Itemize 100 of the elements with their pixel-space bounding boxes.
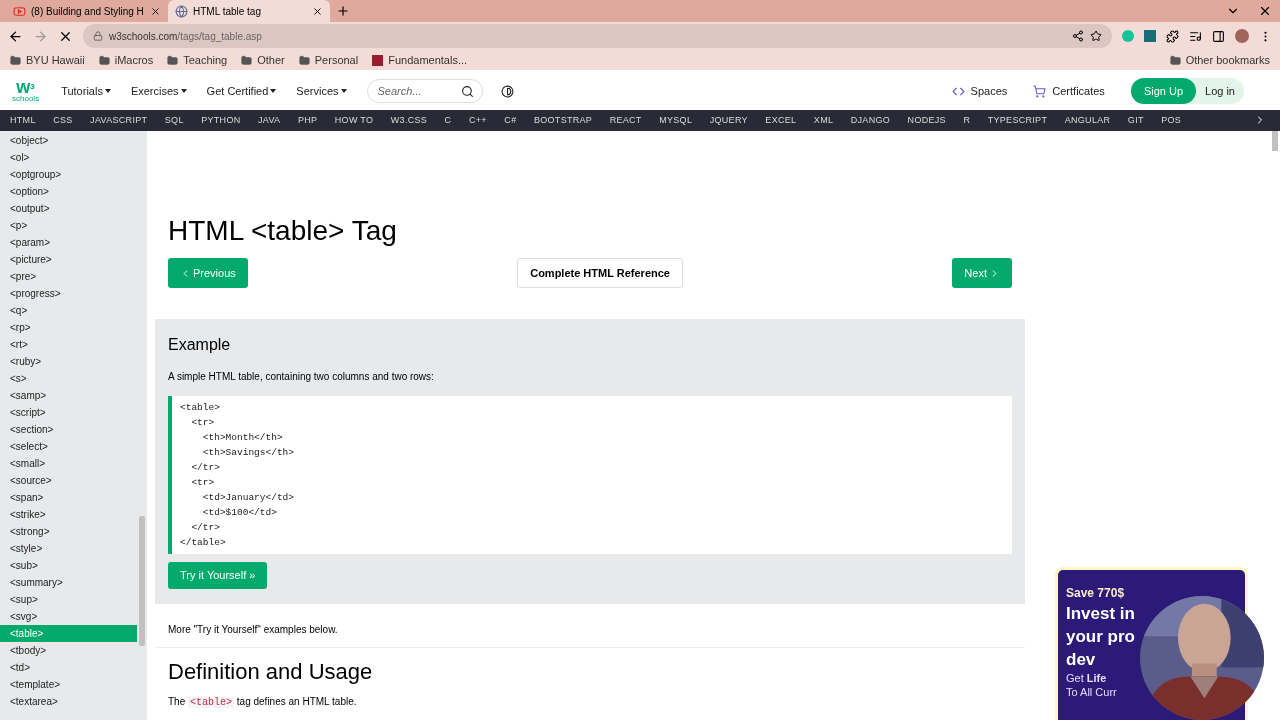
example-heading: Example — [168, 335, 232, 355]
sidebar-link[interactable]: <samp> — [0, 387, 137, 404]
nav-link[interactable]: PYTHON — [201, 113, 241, 128]
nav-link[interactable]: ANGULAR — [1064, 113, 1111, 128]
sidebar-link[interactable]: <object> — [0, 132, 137, 149]
nav-link[interactable]: JQUERY — [709, 113, 748, 128]
bookmark[interactable]: Other bookmarks — [1169, 51, 1270, 69]
bookmark[interactable]: Personal — [298, 51, 359, 69]
sidebar-link[interactable]: <textarea> — [0, 693, 137, 710]
search-icon[interactable] — [460, 85, 474, 98]
sidebar-link[interactable]: <rp> — [0, 319, 137, 336]
header-link[interactable]: Certficates — [1033, 82, 1105, 100]
nav-link[interactable]: JAVASCRIPT — [90, 113, 148, 128]
sidebar-link[interactable]: <style> — [0, 540, 137, 557]
side-panel-icon[interactable] — [1212, 29, 1225, 43]
sidebar-link[interactable]: <strong> — [0, 523, 137, 540]
sidebar-link[interactable]: <s> — [0, 370, 137, 387]
avatar-icon[interactable] — [1235, 29, 1249, 43]
nav-menu[interactable]: Get Certified — [206, 82, 277, 100]
close-icon[interactable] — [150, 5, 161, 17]
bookmark[interactable]: Fundamentals... — [372, 51, 468, 69]
nav-link[interactable]: POS — [1161, 113, 1182, 128]
bookmark[interactable]: iMacros — [98, 51, 154, 69]
nav-link[interactable]: XML — [813, 113, 834, 128]
sidebar-link[interactable]: <p> — [0, 217, 137, 234]
nav-menu[interactable]: Services — [296, 82, 347, 100]
sidebar-link[interactable]: <span> — [0, 489, 137, 506]
sidebar-link[interactable]: <rt> — [0, 336, 137, 353]
sidebar-link[interactable]: <svg> — [0, 608, 137, 625]
log-in-button[interactable]: Log in — [1196, 78, 1244, 104]
sidebar-link[interactable]: <summary> — [0, 574, 137, 591]
sidebar-link[interactable]: <ol> — [0, 149, 137, 166]
nav-link[interactable]: C — [444, 113, 452, 128]
nav-link[interactable]: BOOTSTRAP — [533, 113, 593, 128]
nav-link[interactable]: SQL — [164, 113, 184, 128]
bookmark[interactable]: BYU Hawaii — [10, 51, 85, 69]
example-intro: A simple HTML table, containing two columns and two rows: — [168, 370, 435, 384]
ad-text: To All Curr — [1066, 685, 1117, 699]
reference-button[interactable]: Complete HTML Reference — [517, 258, 683, 288]
nav-link[interactable]: CSS — [53, 113, 73, 128]
sidebar-link[interactable]: <pre> — [0, 268, 137, 285]
nav-link[interactable]: JAVA — [258, 113, 281, 128]
cart-icon — [1033, 84, 1047, 98]
sidebar-link[interactable]: <q> — [0, 302, 137, 319]
nav-link[interactable]: NODEJS — [907, 113, 946, 128]
browser-tab[interactable]: (8) Building and Styling H — [6, 0, 168, 22]
nav-link[interactable]: HTML — [10, 113, 36, 128]
sidebar-link[interactable]: <strike> — [0, 506, 137, 523]
nav-link[interactable]: TYPESCRIPT — [987, 113, 1048, 128]
sidebar-link[interactable]: <option> — [0, 183, 137, 200]
browser-tab[interactable]: HTML table tag — [168, 0, 330, 22]
share-icon[interactable] — [1072, 30, 1084, 42]
new-tab-icon[interactable] — [336, 4, 350, 18]
nav-link[interactable]: R — [963, 113, 971, 128]
nav-link[interactable]: GIT — [1127, 113, 1144, 128]
sidebar-link[interactable]: <ruby> — [0, 353, 137, 370]
folder-icon — [241, 54, 253, 66]
sidebar-link[interactable]: <template> — [0, 676, 137, 693]
close-icon[interactable] — [312, 5, 323, 17]
sidebar-link[interactable]: <sub> — [0, 557, 137, 574]
extensions-icon[interactable] — [1166, 29, 1179, 43]
ad-text: Save 770$ — [1066, 585, 1125, 602]
search-field[interactable]: Search... — [366, 79, 483, 103]
sidebar-link[interactable]: <section> — [0, 421, 137, 438]
header-link[interactable]: Spaces — [951, 82, 1008, 100]
nav-link[interactable]: MYSQL — [659, 113, 693, 128]
sidebar-link[interactable]: <tbody> — [0, 642, 137, 659]
nav-menu[interactable]: Exercises — [130, 82, 187, 100]
nav-link[interactable]: DJANGO — [850, 113, 891, 128]
nav-menu[interactable]: Tutorials — [61, 82, 111, 100]
sidebar-link[interactable]: <picture> — [0, 251, 137, 268]
sidebar-link[interactable]: <source> — [0, 472, 137, 489]
sidebar-link[interactable]: <small> — [0, 455, 137, 472]
sidebar-link[interactable]: <select> — [0, 438, 137, 455]
folder-icon — [1169, 54, 1181, 66]
sidebar-link[interactable]: <sup> — [0, 591, 137, 608]
sidebar-link[interactable]: <optgroup> — [0, 166, 137, 183]
nav-link[interactable]: C++ — [468, 113, 487, 128]
media-icon[interactable] — [1189, 29, 1202, 43]
sidebar-link[interactable]: <output> — [0, 200, 137, 217]
bookmark-star-icon[interactable] — [1090, 30, 1102, 42]
nav-link[interactable]: W3.CSS — [390, 113, 428, 128]
nav-link[interactable]: HOW TO — [334, 113, 374, 128]
ad-text: Get Life — [1066, 671, 1107, 685]
sidebar-link[interactable]: <param> — [0, 234, 137, 251]
nav-link[interactable]: PHP — [297, 113, 318, 128]
sidebar-link[interactable]: <td> — [0, 659, 137, 676]
bookmark[interactable]: Teaching — [167, 51, 228, 69]
back-icon[interactable] — [8, 28, 23, 44]
nav-link[interactable]: EXCEL — [765, 113, 797, 128]
sidebar-link[interactable]: <script> — [0, 404, 137, 421]
bookmark[interactable]: Other — [241, 51, 285, 69]
ad-text: dev — [1066, 649, 1096, 671]
address-bar[interactable]: w3schools.com/tags/tag_table.asp — [83, 24, 1112, 48]
sidebar-link[interactable]: <progress> — [0, 285, 137, 302]
theme-toggle-icon[interactable] — [500, 84, 514, 98]
nav-link[interactable]: REACT — [609, 113, 642, 128]
close-window-icon[interactable] — [1258, 4, 1272, 18]
nav-link[interactable]: C# — [504, 113, 517, 128]
folder-icon — [10, 54, 21, 66]
